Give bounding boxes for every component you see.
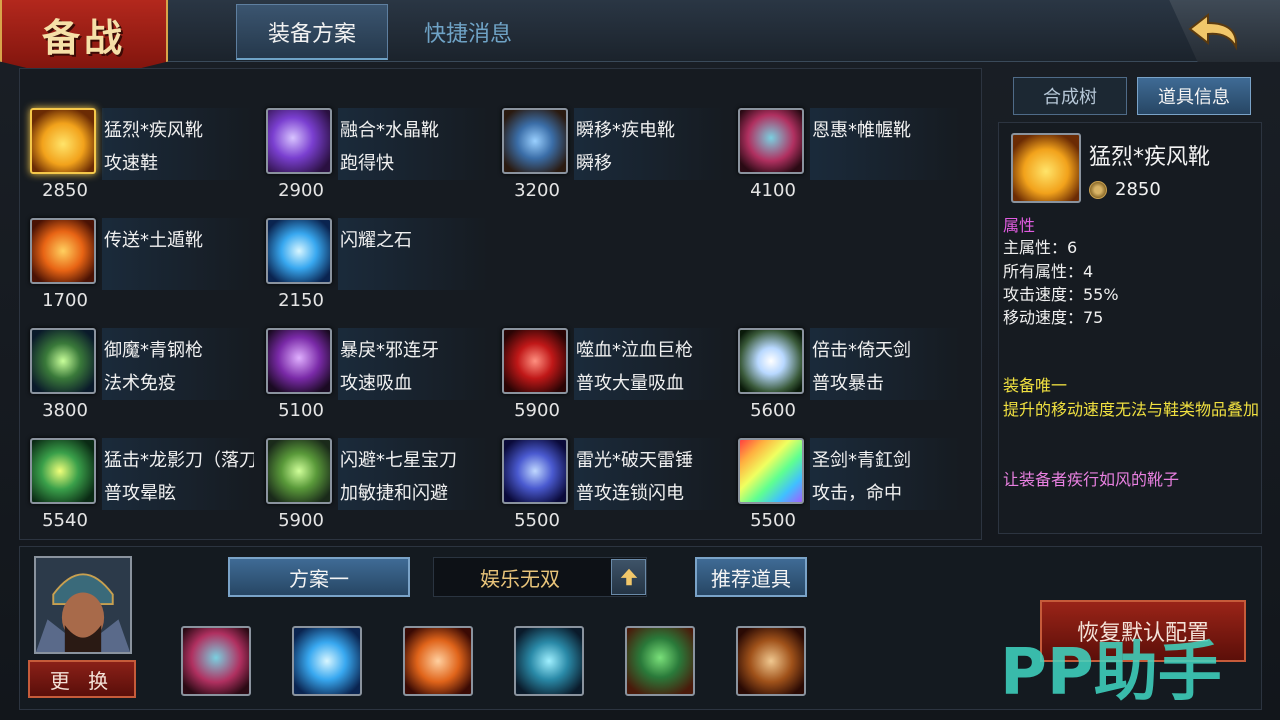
item-price: 5500 — [750, 510, 796, 531]
item-card[interactable]: 猛烈*疾风靴 攻速鞋 2850 — [22, 72, 258, 201]
item-name: 雷光*破天雷锤 — [576, 450, 693, 471]
flavor-text: 让装备者疾行如风的靴子 — [1003, 470, 1180, 489]
unique-title: 装备唯一 — [1003, 376, 1068, 395]
item-description: 普攻连锁闪电 — [576, 483, 684, 504]
arrow-up-icon — [620, 568, 637, 586]
item-name: 瞬移*疾电靴 — [576, 120, 675, 141]
item-card[interactable]: 御魔*青钢枪 法术免疫 3800 — [22, 292, 258, 421]
light-sword-icon — [738, 328, 804, 394]
green-dagger-icon — [266, 438, 332, 504]
gold-boots-icon — [30, 108, 96, 174]
item-info-panel: 猛烈*疾风靴 2850 属性 主属性：6 所有属性：4 攻击速度：55% 移动速… — [998, 122, 1262, 534]
hero-portrait-icon — [36, 558, 130, 652]
tab-equipment-plan[interactable]: 装备方案 — [236, 4, 388, 60]
item-name: 猛击*龙影刀（落刀式 — [104, 450, 254, 471]
fire-boots-icon — [30, 218, 96, 284]
item-card[interactable]: 闪避*七星宝刀 加敏捷和闪避 5900 — [258, 402, 494, 531]
item-name: 闪避*七星宝刀 — [340, 450, 457, 471]
tab-synthesis-tree[interactable]: 合成树 — [1013, 77, 1127, 115]
item-card[interactable]: 圣剑*青釭剑 攻击，命中 5500 — [730, 402, 966, 531]
item-name: 御魔*青钢枪 — [104, 340, 203, 361]
coin-icon — [1089, 181, 1107, 199]
item-card[interactable]: 猛击*龙影刀（落刀式普攻晕眩 5540 — [22, 402, 258, 531]
attr-heading: 属性 — [1003, 216, 1036, 235]
back-arrow-icon — [1188, 12, 1238, 51]
equip-slot-2[interactable] — [292, 626, 362, 696]
attr-line: 移动速度：75 — [1003, 308, 1104, 327]
plan-select-button[interactable]: 方案一 — [228, 557, 410, 597]
item-description: 普攻晕眩 — [104, 483, 176, 504]
item-description: 普攻大量吸血 — [576, 373, 684, 394]
equip-slot-4[interactable] — [514, 626, 584, 696]
item-name: 融合*水晶靴 — [340, 120, 439, 141]
item-card[interactable]: 噬血*泣血巨枪 普攻大量吸血 5900 — [494, 292, 730, 421]
item-price: 5900 — [278, 510, 324, 531]
item-card[interactable]: 雷光*破天雷锤 普攻连锁闪电 5500 — [494, 402, 730, 531]
blue-hammer-icon — [502, 438, 568, 504]
item-card[interactable]: 恩惠*帷幄靴 4100 — [730, 72, 966, 201]
purple-claw-icon — [266, 328, 332, 394]
item-name: 传送*土遁靴 — [104, 230, 203, 251]
item-name: 圣剑*青釭剑 — [812, 450, 911, 471]
item-card[interactable]: 融合*水晶靴 跑得快 2900 — [258, 72, 494, 201]
hero-avatar[interactable] — [34, 556, 132, 654]
attr-line: 主属性：6 — [1003, 238, 1078, 257]
tab-quick-message[interactable]: 快捷消息 — [392, 4, 544, 60]
selected-item-name: 猛烈*疾风靴 — [1089, 145, 1211, 170]
blue-gem-icon — [266, 218, 332, 284]
item-name: 猛烈*疾风靴 — [104, 120, 203, 141]
green-spear-icon — [30, 328, 96, 394]
green-blade-icon — [30, 438, 96, 504]
purple-boots-icon — [266, 108, 332, 174]
banner-title: 备战 — [41, 14, 126, 60]
item-card[interactable]: 倍击*倚天剑 普攻暴击 5600 — [730, 292, 966, 421]
swap-hero-button[interactable]: 更 换 — [28, 660, 136, 698]
item-card[interactable]: 瞬移*疾电靴 瞬移 3200 — [494, 72, 730, 201]
item-description: 攻速鞋 — [104, 153, 158, 174]
selected-item-icon — [1011, 133, 1081, 203]
item-price: 5540 — [42, 510, 88, 531]
item-description: 跑得快 — [340, 153, 394, 174]
attr-line: 攻击速度：55% — [1003, 285, 1119, 304]
teal-boots-icon — [738, 108, 804, 174]
item-description: 攻速吸血 — [340, 373, 412, 394]
item-price: 3200 — [514, 180, 560, 201]
equip-slot-5[interactable] — [625, 626, 695, 696]
item-name: 闪耀之石 — [340, 230, 412, 251]
blue-boots-icon — [502, 108, 568, 174]
red-spear-icon — [502, 328, 568, 394]
equip-slot-3[interactable] — [403, 626, 473, 696]
item-description: 法术免疫 — [104, 373, 176, 394]
equip-slot-1[interactable] — [181, 626, 251, 696]
recommend-items-button[interactable]: 推荐道具 — [695, 557, 807, 597]
reset-default-button[interactable]: 恢复默认配置 — [1040, 600, 1246, 662]
item-price: 5500 — [514, 510, 560, 531]
attr-line: 所有属性：4 — [1003, 262, 1094, 281]
equip-slot-6[interactable] — [736, 626, 806, 696]
game-screen: 备战 装备方案 快捷消息 猛烈*疾风靴 攻速鞋 2850 融合*水晶靴 跑得快 2900 瞬… — [0, 0, 1280, 720]
item-price: 4100 — [750, 180, 796, 201]
item-name: 暴戾*邪连牙 — [340, 340, 439, 361]
item-name: 恩惠*帷幄靴 — [812, 120, 911, 141]
rainbow-sword-icon — [738, 438, 804, 504]
item-card[interactable]: 闪耀之石 2150 — [258, 182, 494, 311]
tab-item-info[interactable]: 道具信息 — [1137, 77, 1251, 115]
selected-item-price: 2850 — [1115, 179, 1161, 200]
item-name: 倍击*倚天剑 — [812, 340, 911, 361]
item-description: 瞬移 — [576, 153, 612, 174]
item-description: 普攻暴击 — [812, 373, 884, 394]
item-card[interactable]: 暴戾*邪连牙 攻速吸血 5100 — [258, 292, 494, 421]
item-description: 攻击，命中 — [812, 483, 902, 504]
mode-toggle-button[interactable] — [611, 559, 646, 595]
item-card[interactable]: 传送*土遁靴 1700 — [22, 182, 258, 311]
item-name: 噬血*泣血巨枪 — [576, 340, 693, 361]
item-description: 加敏捷和闪避 — [340, 483, 448, 504]
header-bar — [0, 0, 1280, 62]
unique-description: 提升的移动速度无法与鞋类物品叠加 — [1003, 400, 1260, 419]
